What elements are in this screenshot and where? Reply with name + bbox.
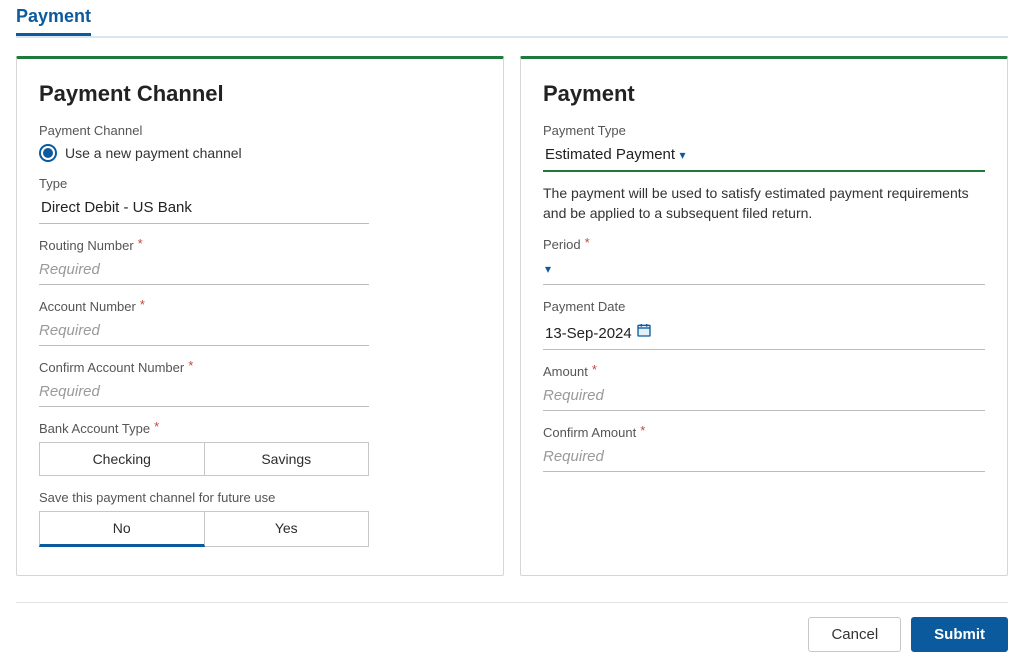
page-title[interactable]: Payment	[16, 6, 91, 36]
label-period: Period*	[543, 237, 985, 252]
label-amount: Amount*	[543, 364, 985, 379]
label-confirm-account-number: Confirm Account Number*	[39, 360, 481, 375]
cancel-button[interactable]: Cancel	[808, 617, 901, 652]
account-number-input[interactable]	[39, 318, 369, 346]
payment-channel-heading: Payment Channel	[39, 81, 481, 107]
label-payment-date: Payment Date	[543, 299, 985, 314]
label-routing-number: Routing Number*	[39, 238, 481, 253]
save-channel-toggle: No Yes	[39, 511, 369, 547]
payment-type-helper-text: The payment will be used to satisfy esti…	[543, 184, 985, 223]
payment-channel-card: Payment Channel Payment Channel Use a ne…	[16, 56, 504, 576]
label-bank-account-type: Bank Account Type*	[39, 421, 481, 436]
radio-new-channel[interactable]	[39, 144, 57, 162]
footer-actions: Cancel Submit	[16, 602, 1008, 652]
save-channel-no[interactable]: No	[39, 511, 205, 547]
confirm-account-number-input[interactable]	[39, 379, 369, 407]
payment-card: Payment Payment Type Estimated Payment ▾…	[520, 56, 1008, 576]
period-select[interactable]: ▾	[543, 256, 985, 285]
routing-number-input[interactable]	[39, 257, 369, 285]
chevron-down-icon: ▾	[680, 148, 686, 162]
label-save-channel: Save this payment channel for future use	[39, 490, 481, 505]
payment-type-value: Estimated Payment	[545, 146, 675, 163]
label-confirm-amount: Confirm Amount*	[543, 425, 985, 440]
type-select-value: Direct Debit - US Bank	[41, 199, 192, 216]
payment-type-select[interactable]: Estimated Payment ▾	[543, 142, 985, 172]
submit-button[interactable]: Submit	[911, 617, 1008, 652]
label-payment-channel: Payment Channel	[39, 123, 481, 138]
amount-input[interactable]	[543, 383, 985, 411]
confirm-amount-input[interactable]	[543, 444, 985, 472]
bank-account-type-toggle: Checking Savings	[39, 442, 369, 476]
bank-account-type-savings[interactable]: Savings	[205, 442, 370, 476]
calendar-icon[interactable]	[636, 325, 652, 342]
label-type: Type	[39, 176, 481, 191]
label-payment-type: Payment Type	[543, 123, 985, 138]
radio-new-channel-label: Use a new payment channel	[65, 145, 242, 161]
save-channel-yes[interactable]: Yes	[205, 511, 370, 547]
payment-date-value: 13-Sep-2024	[545, 325, 632, 342]
label-account-number: Account Number*	[39, 299, 481, 314]
payment-heading: Payment	[543, 81, 985, 107]
bank-account-type-checking[interactable]: Checking	[39, 442, 205, 476]
chevron-down-icon: ▾	[545, 262, 551, 276]
payment-date-input[interactable]: 13-Sep-2024	[543, 318, 985, 350]
type-select[interactable]: Direct Debit - US Bank	[39, 195, 369, 224]
